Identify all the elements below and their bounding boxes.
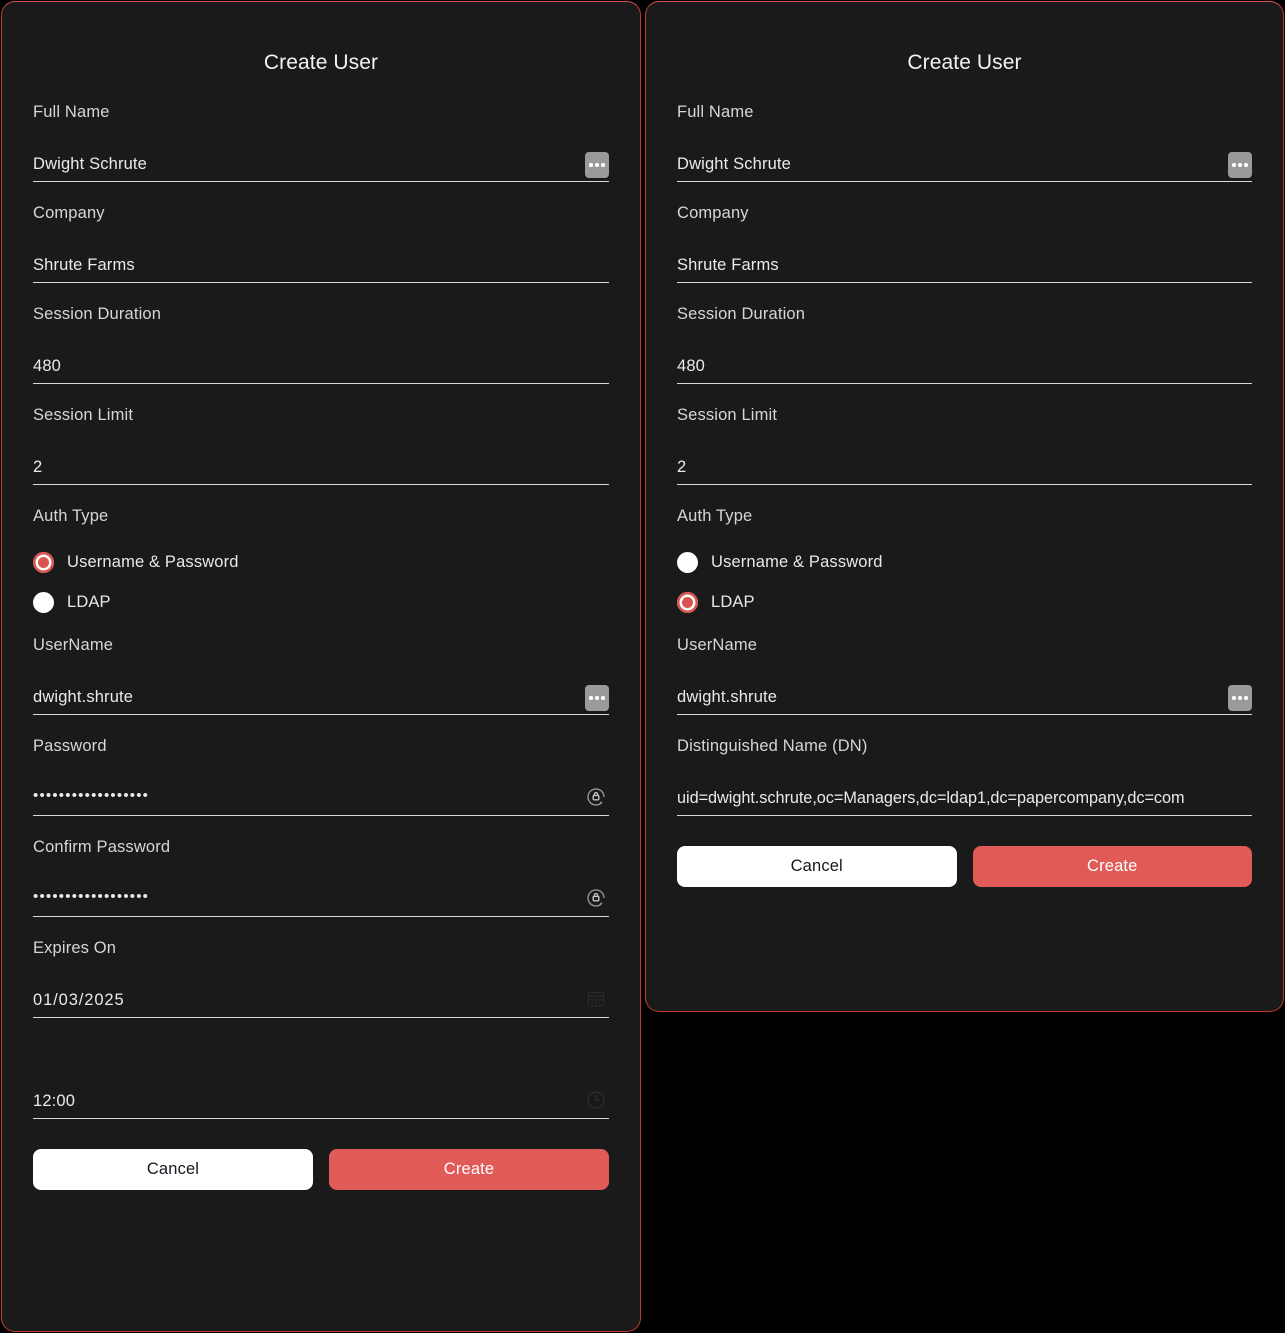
create-button[interactable]: Create	[972, 846, 1252, 888]
field-expires-time: 12:00	[33, 1039, 609, 1120]
field-label-username: UserName	[677, 636, 758, 655]
full-name-input[interactable]: Dwight Schrute	[33, 148, 609, 183]
session-duration-input[interactable]: 480	[677, 350, 1252, 385]
radio-label-ldap: LDAP	[711, 593, 755, 612]
username-value: dwight.shrute	[33, 688, 134, 707]
radio-ldap[interactable]: LDAP	[33, 590, 609, 614]
create-button[interactable]: Create	[329, 1149, 609, 1191]
session-limit-input[interactable]: 2	[33, 451, 609, 486]
create-user-dialog-password: Create User Full Name Dwight Schrute Com…	[1, 1, 641, 1332]
cancel-button[interactable]: Cancel	[33, 1149, 313, 1191]
field-expires-on: Expires On 01/03/2025	[33, 938, 609, 1019]
field-full-name: Full Name Dwight Schrute	[677, 102, 1252, 183]
session-duration-value: 480	[33, 357, 61, 376]
session-duration-value: 480	[677, 357, 705, 376]
field-label-session-limit: Session Limit	[33, 406, 134, 425]
company-input[interactable]: Shrute Farms	[33, 249, 609, 284]
confirm-password-input[interactable]: ••••••••••••••••••	[33, 883, 609, 918]
field-label-auth-type: Auth Type	[677, 507, 753, 526]
page-title: Create User	[263, 51, 379, 74]
field-company: Company Shrute Farms	[33, 203, 609, 284]
session-limit-input[interactable]: 2	[677, 451, 1252, 486]
full-name-value: Dwight Schrute	[33, 155, 147, 174]
field-password: Password ••••••••••••••••••	[33, 736, 609, 817]
dialog-actions: Cancel Create	[677, 846, 1252, 888]
generate-password-icon[interactable]	[583, 885, 609, 911]
confirm-password-value: ••••••••••••••••••	[33, 888, 150, 906]
auth-type-radio-group: Username & Password LDAP	[33, 550, 609, 614]
password-value: ••••••••••••••••••	[33, 787, 150, 805]
field-session-duration: Session Duration 480	[33, 304, 609, 385]
field-label-expires-on: Expires On	[33, 939, 117, 958]
radio-label-ldap: LDAP	[67, 593, 111, 612]
field-session-limit: Session Limit 2	[33, 405, 609, 486]
field-auth-type: Auth Type Username & Password LDAP	[33, 506, 609, 614]
radio-username-password[interactable]: Username & Password	[677, 550, 1252, 574]
radio-unselected-icon	[33, 591, 54, 613]
calendar-icon[interactable]	[583, 986, 609, 1012]
radio-unselected-icon	[677, 551, 698, 573]
autofill-chip-icon[interactable]	[1228, 685, 1252, 712]
field-auth-type: Auth Type Username & Password LDAP	[677, 506, 1252, 614]
full-name-value: Dwight Schrute	[677, 155, 791, 174]
field-label-username: UserName	[33, 636, 114, 655]
field-label-full-name: Full Name	[677, 103, 754, 122]
radio-username-password[interactable]: Username & Password	[33, 550, 609, 574]
screen: Create User Full Name Dwight Schrute Com…	[0, 0, 1285, 1333]
field-confirm-password: Confirm Password ••••••••••••••••••	[33, 837, 609, 918]
radio-ldap[interactable]: LDAP	[677, 590, 1252, 614]
page-title: Create User	[907, 51, 1022, 74]
field-label-session-limit: Session Limit	[677, 406, 778, 425]
radio-selected-icon	[677, 591, 698, 613]
radio-label-username-password: Username & Password	[711, 553, 883, 572]
distinguished-name-input[interactable]: uid=dwight.schrute,oc=Managers,dc=ldap1,…	[677, 782, 1252, 817]
create-user-dialog-ldap: Create User Full Name Dwight Schrute Com…	[645, 1, 1284, 1012]
field-label-expires-time	[33, 1039, 609, 1059]
field-label-session-duration: Session Duration	[33, 305, 162, 324]
expires-on-date-value: 01/03/2025	[33, 991, 125, 1010]
field-label-company: Company	[677, 204, 749, 223]
clock-icon[interactable]	[583, 1087, 609, 1113]
field-distinguished-name: Distinguished Name (DN) uid=dwight.schru…	[677, 736, 1252, 817]
expires-time-input[interactable]: 12:00	[33, 1085, 609, 1120]
field-label-password: Password	[33, 737, 107, 756]
field-full-name: Full Name Dwight Schrute	[33, 102, 609, 183]
company-input[interactable]: Shrute Farms	[677, 249, 1252, 284]
expires-time-value: 12:00	[33, 1092, 76, 1111]
field-username: UserName dwight.shrute	[33, 635, 609, 716]
company-value: Shrute Farms	[33, 256, 135, 275]
expires-on-date-input[interactable]: 01/03/2025	[33, 984, 609, 1019]
field-label-full-name: Full Name	[33, 103, 110, 122]
full-name-input[interactable]: Dwight Schrute	[677, 148, 1252, 183]
distinguished-name-value: uid=dwight.schrute,oc=Managers,dc=ldap1,…	[677, 789, 1185, 808]
session-limit-value: 2	[33, 458, 43, 477]
field-session-limit: Session Limit 2	[677, 405, 1252, 486]
company-value: Shrute Farms	[677, 256, 779, 275]
field-label-confirm-password: Confirm Password	[33, 838, 171, 857]
cancel-button[interactable]: Cancel	[677, 846, 957, 888]
username-input[interactable]: dwight.shrute	[677, 681, 1252, 716]
field-session-duration: Session Duration 480	[677, 304, 1252, 385]
session-duration-input[interactable]: 480	[33, 350, 609, 385]
password-input[interactable]: ••••••••••••••••••	[33, 782, 609, 817]
autofill-chip-icon[interactable]	[1228, 152, 1252, 179]
field-label-company: Company	[33, 204, 105, 223]
session-limit-value: 2	[677, 458, 687, 477]
field-label-auth-type: Auth Type	[33, 507, 109, 526]
field-label-distinguished-name: Distinguished Name (DN)	[677, 737, 868, 756]
autofill-chip-icon[interactable]	[585, 152, 609, 179]
dialog-actions: Cancel Create	[33, 1149, 609, 1191]
generate-password-icon[interactable]	[583, 784, 609, 810]
field-label-session-duration: Session Duration	[677, 305, 806, 324]
autofill-chip-icon[interactable]	[585, 685, 609, 712]
field-username: UserName dwight.shrute	[677, 635, 1252, 716]
username-input[interactable]: dwight.shrute	[33, 681, 609, 716]
radio-selected-icon	[33, 551, 54, 573]
username-value: dwight.shrute	[677, 688, 778, 707]
auth-type-radio-group: Username & Password LDAP	[677, 550, 1252, 614]
radio-label-username-password: Username & Password	[67, 553, 239, 572]
field-company: Company Shrute Farms	[677, 203, 1252, 284]
